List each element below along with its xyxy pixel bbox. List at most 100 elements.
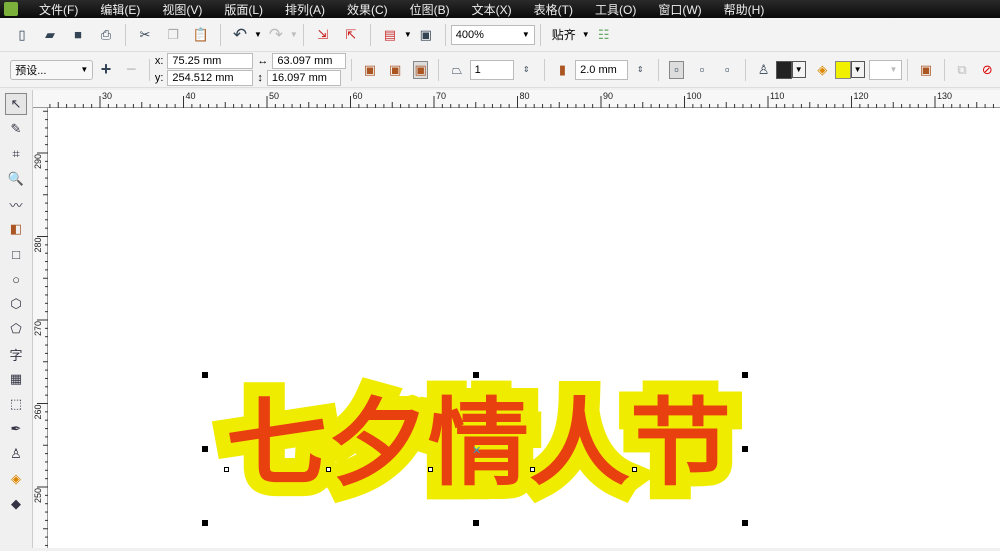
cut-icon[interactable]: ✂: [136, 26, 154, 44]
contour-to-center-icon[interactable]: ▣: [362, 61, 377, 79]
menu-tools[interactable]: 工具(O): [595, 1, 636, 18]
ruler-label: 120: [854, 91, 869, 101]
menu-help[interactable]: 帮助(H): [724, 1, 765, 18]
copy-contour-properties-icon[interactable]: ▣: [918, 61, 933, 79]
y-position-input[interactable]: 254.512 mm: [167, 70, 254, 86]
menu-edit[interactable]: 编辑(E): [100, 1, 140, 18]
remove-preset-icon[interactable]: −: [124, 59, 139, 79]
text-node[interactable]: [326, 467, 331, 472]
height-input[interactable]: 16.097 mm: [266, 70, 341, 86]
preset-value: 预设...: [15, 64, 47, 77]
ruler-label: 260: [33, 404, 43, 419]
ruler-label: 130: [937, 91, 952, 101]
contour-offset-input[interactable]: 2.0 mm: [575, 59, 628, 80]
no-effect-icon[interactable]: ⊘: [980, 61, 995, 79]
outline-tool-icon[interactable]: ♙: [5, 443, 27, 465]
contour-steps-input[interactable]: 1: [469, 59, 514, 80]
height-icon: ↕: [257, 72, 263, 84]
text-node[interactable]: [428, 467, 433, 472]
selection-handle[interactable]: [202, 520, 208, 526]
text-node[interactable]: [224, 467, 229, 472]
save-icon[interactable]: ■: [69, 26, 87, 44]
new-icon[interactable]: ▯: [13, 26, 31, 44]
steps-spinner[interactable]: ⇕: [519, 61, 534, 79]
add-preset-icon[interactable]: +: [98, 59, 113, 79]
contour-inside-icon[interactable]: ▣: [388, 61, 403, 79]
outline-color-swatch[interactable]: [776, 60, 792, 79]
export-icon[interactable]: ⇱: [342, 26, 360, 44]
accel-color-select[interactable]: ▼: [868, 59, 903, 80]
fill-tool-icon[interactable]: ◈: [5, 468, 27, 490]
preset-select[interactable]: 预设... ▼: [10, 59, 94, 80]
selection-handle[interactable]: [742, 520, 748, 526]
paste-icon[interactable]: 📋: [192, 26, 210, 44]
linear-color-icon[interactable]: ▫: [668, 60, 685, 79]
crop-tool-icon[interactable]: ⌗: [5, 143, 27, 165]
width-input[interactable]: 63.097 mm: [272, 53, 347, 69]
selection-handle[interactable]: [742, 446, 748, 452]
counterclockwise-color-icon[interactable]: ▫: [720, 61, 735, 79]
basic-shapes-tool-icon[interactable]: ⬠: [5, 318, 27, 340]
clear-contour-icon[interactable]: ⧉: [954, 61, 969, 79]
eyedropper-tool-icon[interactable]: ✒: [5, 418, 27, 440]
selection-handle[interactable]: [202, 372, 208, 378]
copy-icon[interactable]: ❐: [164, 26, 182, 44]
freehand-tool-icon[interactable]: 〰: [5, 193, 27, 215]
open-icon[interactable]: ▰: [41, 26, 59, 44]
snap-to-button[interactable]: 贴齐: [552, 26, 576, 43]
shape-tool-icon[interactable]: ✎: [5, 118, 27, 140]
redo-icon[interactable]: ↷: [267, 25, 285, 44]
menu-window[interactable]: 窗口(W): [658, 1, 701, 18]
smart-fill-tool-icon[interactable]: ◧: [5, 218, 27, 240]
fill-color-dropdown[interactable]: ▼: [850, 61, 865, 78]
interactive-fill-tool-icon[interactable]: ◆: [5, 493, 27, 515]
print-icon[interactable]: ⎙: [97, 26, 115, 44]
ruler-label: 280: [33, 237, 43, 252]
selection-handle[interactable]: [742, 372, 748, 378]
horizontal-ruler[interactable]: 30 40 50 60 70 80 90 100 110 120 130: [33, 90, 1000, 108]
outline-pen-icon: ♙: [757, 61, 770, 77]
menu-arrange[interactable]: 排列(A): [285, 1, 325, 18]
selection-handle[interactable]: [202, 446, 208, 452]
standard-toolbar: ▯ ▰ ■ ⎙ ✂ ❐ 📋 ↶ ▼ ↷ ▼ ⇲ ⇱ ▤ ▼ ▣ 400% ▼ 贴齐 ▼ ☷: [0, 18, 1000, 52]
ruler-label: 90: [603, 91, 613, 101]
text-tool-icon[interactable]: 字: [5, 343, 27, 365]
menu-view[interactable]: 视图(V): [162, 1, 202, 18]
menu-bitmaps[interactable]: 位图(B): [410, 1, 450, 18]
fill-color-swatch[interactable]: [835, 60, 851, 79]
publish-pdf-icon[interactable]: ▤: [381, 26, 399, 44]
x-position-input[interactable]: 75.25 mm: [167, 53, 254, 69]
toolbox: ↖ ✎ ⌗ 🔍 〰 ◧ □ ○ ⬡ ⬠ 字 ▦ ⬚ ✒ ♙ ◈ ◆: [0, 90, 33, 548]
width-icon: ↔: [257, 55, 269, 67]
menu-table[interactable]: 表格(T): [534, 1, 573, 18]
rectangle-tool-icon[interactable]: □: [5, 243, 27, 265]
zoom-level-select[interactable]: 400% ▼: [450, 24, 535, 45]
fill-bucket-icon: ◈: [817, 61, 828, 77]
undo-icon[interactable]: ↶: [231, 25, 249, 44]
drawing-canvas[interactable]: 七夕情人节 ✕: [48, 108, 1000, 548]
offset-spinner[interactable]: ⇕: [633, 61, 648, 79]
menu-text[interactable]: 文本(X): [472, 1, 512, 18]
selection-handle[interactable]: [473, 372, 479, 378]
ruler-label: 110: [770, 91, 784, 101]
offset-icon: ▮: [558, 61, 567, 77]
welcome-screen-icon[interactable]: ▣: [417, 26, 435, 44]
menu-layout[interactable]: 版面(L): [224, 1, 263, 18]
contour-outside-icon[interactable]: ▣: [412, 60, 429, 79]
menu-file[interactable]: 文件(F): [39, 1, 78, 18]
polygon-tool-icon[interactable]: ⬡: [5, 293, 27, 315]
clockwise-color-icon[interactable]: ▫: [694, 61, 709, 79]
zoom-tool-icon[interactable]: 🔍: [5, 168, 27, 190]
selection-handle[interactable]: [473, 520, 479, 526]
pick-tool-icon[interactable]: ↖: [5, 93, 27, 115]
options-icon[interactable]: ☷: [595, 26, 613, 44]
text-node[interactable]: [530, 467, 535, 472]
outline-color-dropdown[interactable]: ▼: [791, 61, 806, 78]
text-node[interactable]: [632, 467, 637, 472]
menu-effects[interactable]: 效果(C): [347, 1, 388, 18]
import-icon[interactable]: ⇲: [314, 26, 332, 44]
dimension-tool-icon[interactable]: ⬚: [5, 393, 27, 415]
table-tool-icon[interactable]: ▦: [5, 368, 27, 390]
ellipse-tool-icon[interactable]: ○: [5, 268, 27, 290]
vertical-ruler[interactable]: 290 280 270 260 250: [33, 108, 48, 548]
